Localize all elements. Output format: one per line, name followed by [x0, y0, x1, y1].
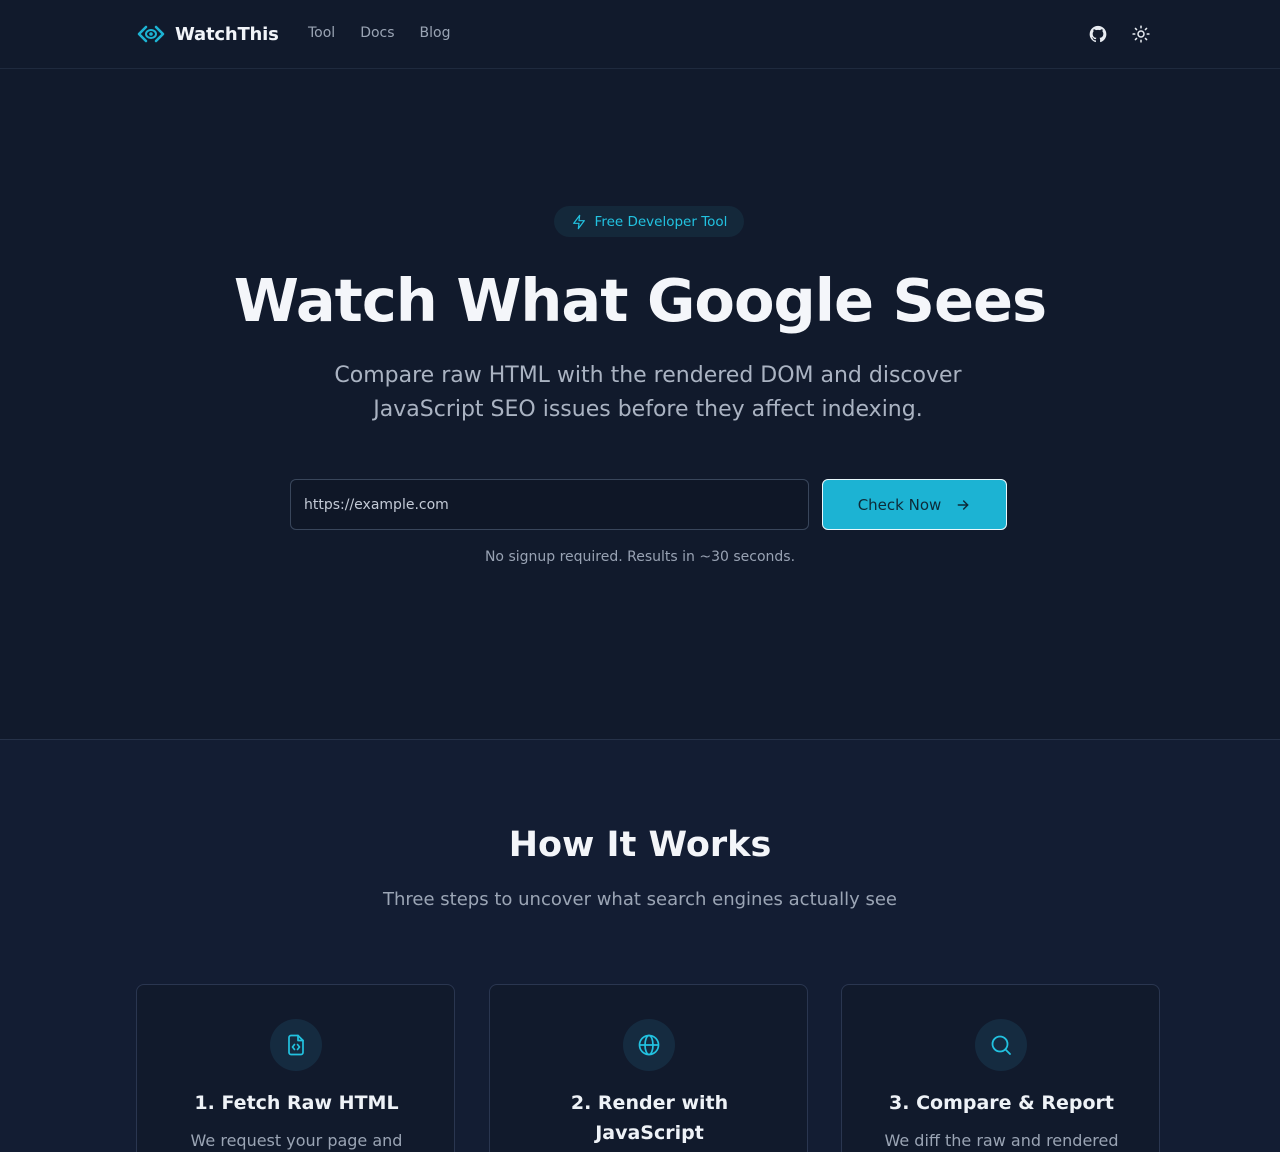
step-title: 2. Render with JavaScript	[510, 1088, 789, 1148]
hero-subtitle-line-1: Compare raw HTML with the rendered DOM a…	[334, 363, 962, 388]
step-card-fetch: 1. Fetch Raw HTML We request your page a…	[136, 984, 455, 1152]
step-title-line-2: JavaScript	[595, 1122, 704, 1144]
step-card-render: 2. Render with JavaScript	[489, 984, 808, 1152]
main-nav: Tool Docs Blog	[308, 25, 476, 41]
step-description: We request your page and	[190, 1131, 403, 1150]
step-title: 1. Fetch Raw HTML	[194, 1092, 399, 1114]
brand-logo[interactable]: WatchThis	[137, 22, 279, 46]
url-input[interactable]	[290, 479, 809, 530]
free-tool-badge: Free Developer Tool	[554, 206, 744, 237]
check-now-button[interactable]: Check Now	[822, 479, 1007, 530]
file-code-icon	[270, 1019, 322, 1071]
top-navbar: WatchThis Tool Docs Blog	[0, 0, 1280, 69]
hero-section: Free Developer Tool Watch What Google Se…	[0, 70, 1280, 739]
how-title: How It Works	[508, 825, 772, 865]
step-card-compare: 3. Compare & Report We diff the raw and …	[841, 984, 1160, 1152]
nav-link-blog[interactable]: Blog	[420, 25, 451, 41]
brand-name: WatchThis	[175, 23, 279, 45]
globe-icon	[623, 1019, 675, 1071]
hero-note: No signup required. Results in ~30 secon…	[484, 549, 796, 565]
lightning-icon	[572, 214, 585, 229]
badge-label: Free Developer Tool	[594, 213, 728, 230]
nav-link-docs[interactable]: Docs	[360, 25, 394, 41]
how-it-works-section: How It Works Three steps to uncover what…	[0, 739, 1280, 1152]
hero-subtitle-line-2: JavaScript SEO issues before they affect…	[373, 397, 923, 422]
how-subtitle: Three steps to uncover what search engin…	[383, 889, 897, 910]
sun-icon[interactable]	[1131, 24, 1151, 44]
step-description: We diff the raw and rendered	[884, 1131, 1119, 1150]
github-icon[interactable]	[1088, 24, 1108, 44]
check-now-label: Check Now	[857, 495, 942, 514]
step-title: 3. Compare & Report	[889, 1092, 1114, 1114]
hero-title: Watch What Google Sees	[233, 266, 1047, 335]
search-icon	[975, 1019, 1027, 1071]
step-title-line-1: 2. Render with	[570, 1092, 729, 1114]
hero-subtitle: Compare raw HTML with the rendered DOM a…	[290, 359, 1006, 427]
logo-icon	[137, 25, 165, 43]
nav-link-tool[interactable]: Tool	[308, 25, 335, 41]
arrow-right-icon	[957, 499, 969, 510]
